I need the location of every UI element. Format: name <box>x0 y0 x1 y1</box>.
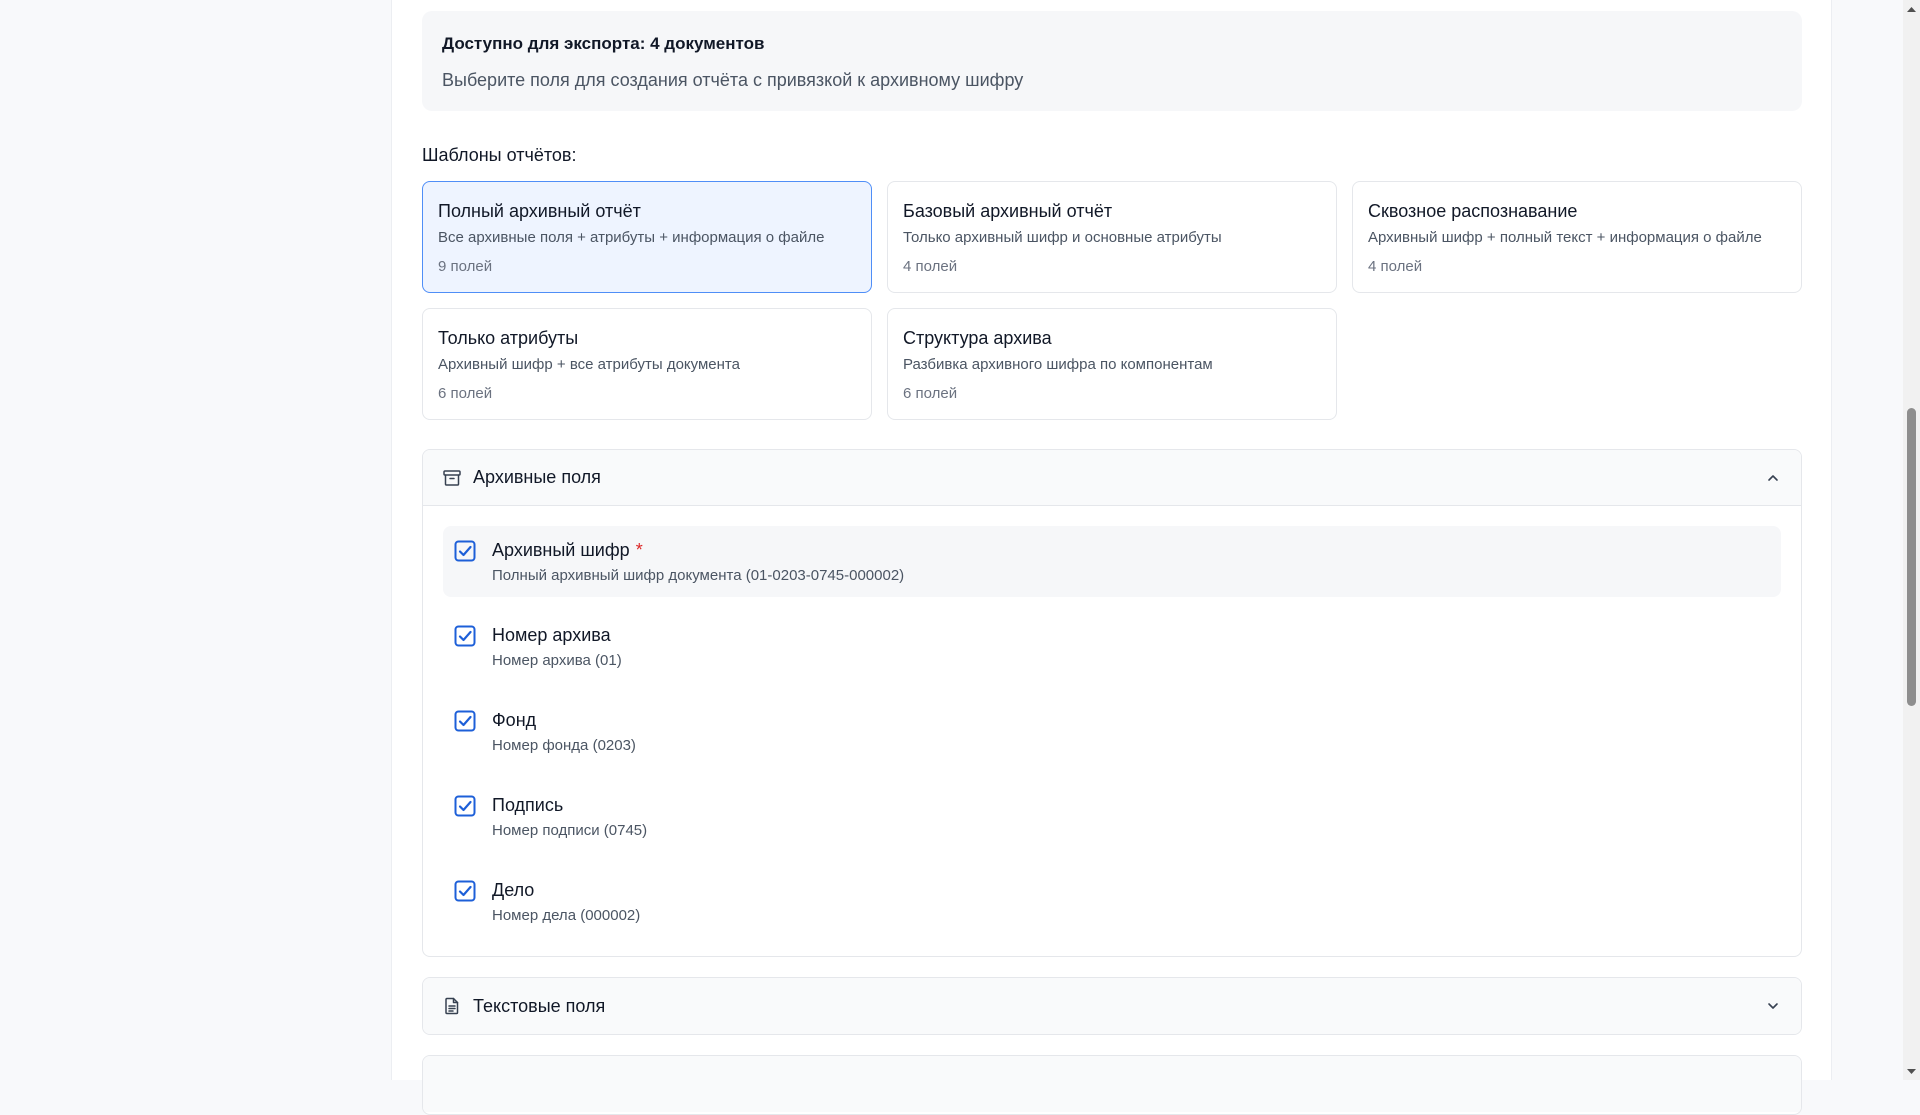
field-desc: Номер подписи (0745) <box>492 822 648 839</box>
field-row-archive-number[interactable]: Номер архива Номер архива (01) <box>443 611 1781 682</box>
text-fields-section: Текстовые поля <box>422 977 1802 1035</box>
checkbox-checked-icon[interactable] <box>454 880 476 902</box>
field-name: Подпись <box>492 795 564 815</box>
field-text: Подпись Номер подписи (0745) <box>492 794 647 841</box>
template-field-count: 6 полей <box>438 385 493 402</box>
field-name: Архивный шифр * <box>492 539 904 561</box>
chevron-down-icon[interactable] <box>1763 996 1783 1016</box>
field-desc: Полный архивный шифр документа (01-0203-… <box>492 567 905 584</box>
archive-fields-list: Архивный шифр * Полный архивный шифр доку… <box>423 506 1801 956</box>
field-name: Фонд <box>492 710 537 730</box>
template-card-attributes-only[interactable]: Только атрибуты Архивный шифр + все атри… <box>422 308 872 420</box>
field-text: Номер архива Номер архива (01) <box>492 624 622 671</box>
field-row-fund[interactable]: Фонд Номер фонда (0203) <box>443 696 1781 767</box>
template-field-count: 6 полей <box>903 385 958 402</box>
template-card-full-recognition[interactable]: Сквозное распознавание Архивный шифр + п… <box>1352 181 1802 293</box>
archive-fields-header[interactable]: Архивные поля <box>423 450 1801 506</box>
vertical-scrollbar[interactable] <box>1903 0 1920 1080</box>
main-panel: Доступно для экспорта: 4 документов Выбе… <box>391 0 1832 1115</box>
field-desc: Номер дела (000002) <box>492 907 641 924</box>
template-name: Базовый архивный отчёт <box>903 201 1113 221</box>
checkbox-checked-icon[interactable] <box>454 710 476 732</box>
templates-label: Шаблоны отчётов: <box>422 145 577 165</box>
field-name: Дело <box>492 880 535 900</box>
template-desc: Только архивный шифр и основные атрибуты <box>903 229 1222 246</box>
field-text: Дело Номер дела (000002) <box>492 879 640 926</box>
chevron-up-icon[interactable] <box>1763 468 1783 488</box>
template-desc: Архивный шифр + полный текст + информаци… <box>1368 229 1762 246</box>
section-title: Текстовые поля <box>473 995 606 1016</box>
scroll-down-arrow-icon[interactable] <box>1903 1063 1920 1080</box>
template-desc: Разбивка архивного шифра по компонентам <box>903 356 1213 373</box>
template-name: Структура архива <box>903 328 1052 348</box>
checkbox-checked-icon[interactable] <box>454 795 476 817</box>
template-desc: Архивный шифр + все атрибуты документа <box>438 356 740 373</box>
templates-grid: Полный архивный отчёт Все архивные поля … <box>422 181 1802 420</box>
field-text: Архивный шифр * Полный архивный шифр доку… <box>492 539 904 586</box>
text-fields-header[interactable]: Текстовые поля <box>423 978 1801 1034</box>
next-section-partial <box>422 1055 1802 1115</box>
template-name: Только атрибуты <box>438 328 579 348</box>
section-title: Архивные поля <box>473 467 601 487</box>
field-desc: Номер фонда (0203) <box>492 737 636 754</box>
export-count-title: Доступно для экспорта: 4 документов <box>442 34 765 53</box>
checkbox-checked-icon[interactable] <box>454 540 476 562</box>
export-info-box: Доступно для экспорта: 4 документов Выбе… <box>422 11 1802 111</box>
field-name-label: Архивный шифр <box>492 540 630 560</box>
template-field-count: 9 полей <box>438 258 493 275</box>
scroll-up-arrow-icon[interactable] <box>1903 0 1920 17</box>
template-card-basic-archive[interactable]: Базовый архивный отчёт Только архивный ш… <box>887 181 1337 293</box>
field-name: Номер архива <box>492 625 611 645</box>
scrollbar-thumb[interactable] <box>1907 408 1916 706</box>
template-name: Сквозное распознавание <box>1368 201 1578 221</box>
template-field-count: 4 полей <box>903 258 958 275</box>
export-info-subtitle: Выберите поля для создания отчёта с прив… <box>442 70 1024 90</box>
next-section-header[interactable] <box>423 1056 1801 1112</box>
field-row-archive-code[interactable]: Архивный шифр * Полный архивный шифр доку… <box>443 526 1781 597</box>
template-name: Полный архивный отчёт <box>438 201 641 221</box>
required-asterisk: * <box>635 540 643 560</box>
archive-box-icon <box>441 467 463 489</box>
template-card-full-archive[interactable]: Полный архивный отчёт Все архивные поля … <box>422 181 872 293</box>
document-text-icon <box>441 995 463 1017</box>
checkbox-checked-icon[interactable] <box>454 625 476 647</box>
field-text: Фонд Номер фонда (0203) <box>492 709 636 756</box>
template-desc: Все архивные поля + атрибуты + информаци… <box>438 229 825 246</box>
field-desc: Номер архива (01) <box>492 652 622 669</box>
archive-fields-section: Архивные поля Архивный шифр * Полный архи… <box>422 449 1802 957</box>
field-row-case[interactable]: Дело Номер дела (000002) <box>443 866 1781 937</box>
template-field-count: 4 полей <box>1368 258 1423 275</box>
field-row-signature[interactable]: Подпись Номер подписи (0745) <box>443 781 1781 852</box>
template-card-archive-structure[interactable]: Структура архива Разбивка архивного шифр… <box>887 308 1337 420</box>
